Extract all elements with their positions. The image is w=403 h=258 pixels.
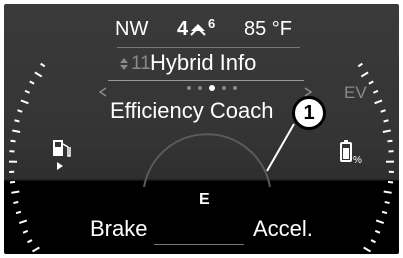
efficiency-center-icon: E [199,191,210,208]
instrument-cluster-screen: NW 4 6 85 °F 11 Hybrid Info EV Efficienc… [4,4,399,254]
right-tick [387,180,394,184]
right-tick [374,229,381,234]
gear-indicator: 4 [177,18,189,40]
right-tick [380,109,386,113]
left-tick [18,219,28,225]
fuel-pump-icon [51,138,73,177]
left-tick [9,180,16,184]
screen-title: Efficiency Coach [110,98,274,123]
left-tick [12,129,21,133]
left-tick [13,200,19,205]
right-tick [381,210,388,215]
left-tick [14,119,20,123]
left-tick [31,246,40,253]
left-tick [11,190,20,194]
brake-label: Brake [90,216,148,241]
left-tick [22,229,29,234]
accel-label: Accel. [253,216,313,241]
right-tick [372,89,379,94]
right-tick [387,139,393,143]
menu-title[interactable]: Hybrid Info [150,50,256,76]
left-tick [29,80,35,85]
left-tick [40,62,46,68]
right-tick [382,129,391,133]
left-tick [15,210,22,215]
page-left-icon[interactable] [98,84,107,102]
right-tick [357,62,363,68]
page-dot [187,86,191,90]
shift-up-icon [190,22,206,41]
left-tick [17,109,23,113]
menu-divider [108,80,304,81]
right-tick [374,99,383,105]
right-tick [360,71,369,78]
outside-temperature: 85 °F [244,18,293,40]
callout-marker: 1 [292,96,326,130]
right-tick [368,80,374,85]
bottom-divider [154,244,244,245]
page-dot [222,86,226,90]
page-dot [198,86,202,90]
right-tick [370,239,376,244]
menu-up-down-icon [119,57,129,76]
frame: NW 4 6 85 °F 11 Hybrid Info EV Efficienc… [0,0,403,258]
right-tick [384,200,390,205]
battery-percent-icon: % [339,139,369,170]
left-tick [34,71,43,78]
right-tick [383,190,392,194]
header-divider [117,47,300,48]
callout-leader-line [266,123,295,172]
page-dot [233,86,237,90]
right-tick [383,119,389,123]
page-dot [209,85,215,91]
left-scale-ticks [9,62,46,253]
left-tick [24,89,31,94]
page-dots [187,85,237,92]
efficiency-arc [143,133,271,188]
right-tick [375,219,385,225]
left-tick [10,139,16,143]
gear-max: 6 [208,16,216,31]
left-tick [20,99,29,105]
previous-menu-item: 11 [131,53,151,74]
right-tick [363,246,372,253]
left-tick [27,239,33,244]
gauge-graphics [9,62,394,253]
svg-text:%: % [353,155,362,165]
compass-heading: NW [115,18,149,40]
ev-mode-label: EV [344,83,367,102]
